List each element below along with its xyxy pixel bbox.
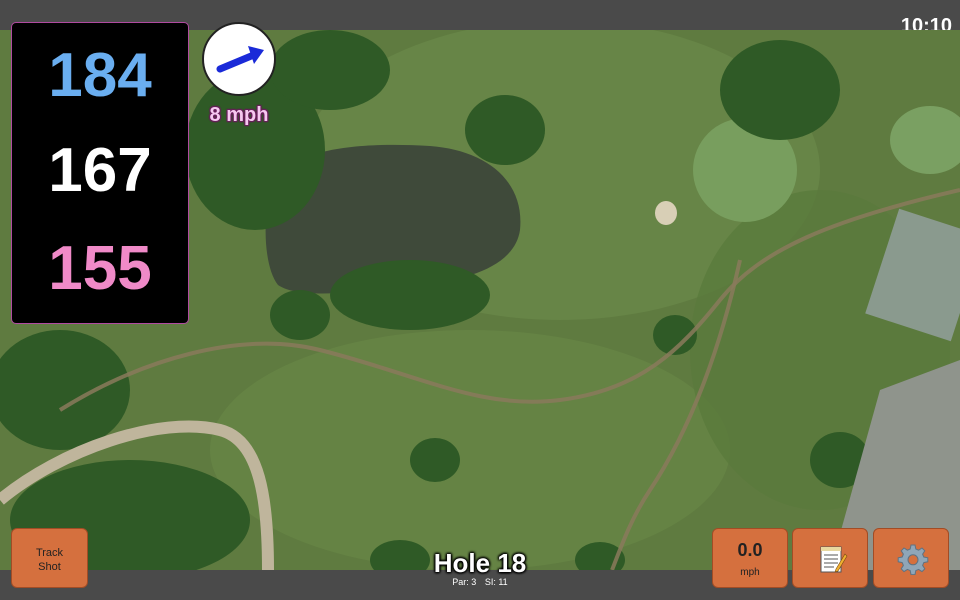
notes-button[interactable] bbox=[792, 528, 868, 588]
hole-stroke-index: SI: 11 bbox=[484, 577, 508, 587]
app-screen: 10:10 184 167 155 8 mph Track Shot Hole … bbox=[0, 0, 960, 600]
wind-speed: 8 mph bbox=[209, 104, 269, 126]
distance-back: 184 bbox=[48, 41, 152, 110]
gear-icon bbox=[897, 544, 929, 575]
settings-button[interactable] bbox=[873, 528, 949, 588]
speed-value: 0.0 bbox=[737, 540, 763, 560]
track-shot-label-line2: Shot bbox=[38, 561, 61, 573]
bunker bbox=[655, 201, 677, 225]
track-shot-button[interactable]: Track Shot bbox=[11, 528, 88, 588]
arrow-icon bbox=[216, 46, 264, 73]
wind-dial bbox=[202, 22, 276, 96]
speed-button[interactable]: 0.0 mph bbox=[712, 528, 788, 588]
distance-panel: 184 167 155 bbox=[11, 22, 189, 324]
distance-middle: 167 bbox=[48, 136, 152, 205]
hole-meta: Par: 3 SI: 11 bbox=[400, 577, 560, 587]
notepad-icon bbox=[820, 546, 848, 573]
hole-par: Par: 3 bbox=[452, 577, 477, 587]
speed-unit: mph bbox=[740, 567, 760, 578]
track-shot-label-line1: Track bbox=[35, 547, 64, 559]
hole-title: Hole 18 bbox=[433, 548, 527, 578]
distance-front: 155 bbox=[48, 234, 152, 303]
